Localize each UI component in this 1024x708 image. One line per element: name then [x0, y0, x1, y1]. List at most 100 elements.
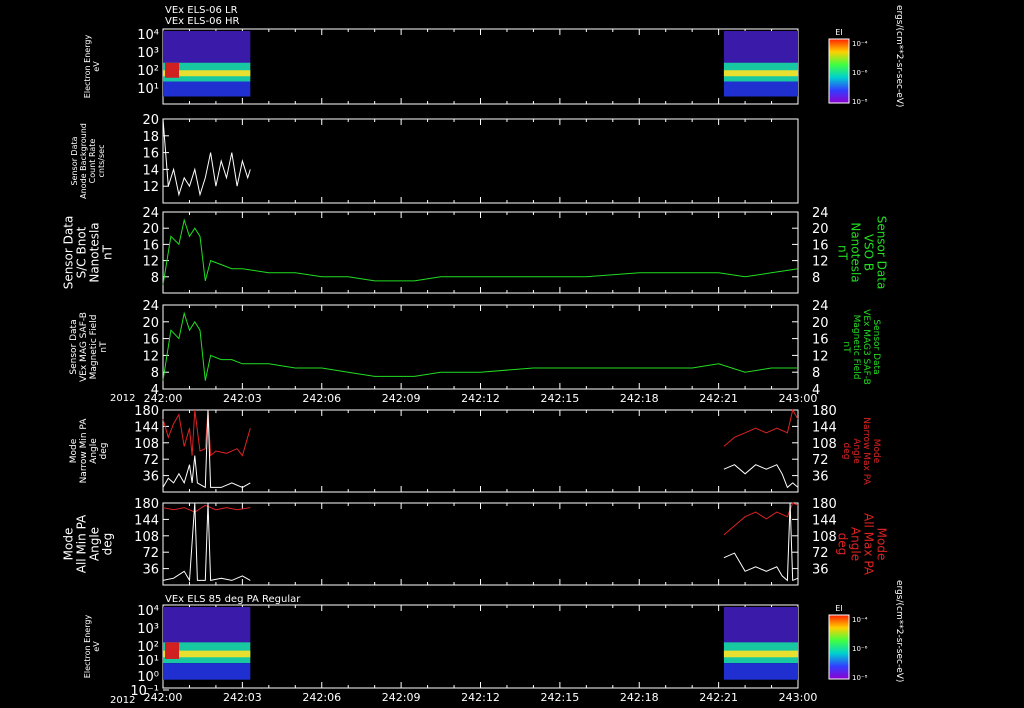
y-tick-label-right: 16: [812, 333, 829, 348]
y-tick-label: 10²: [137, 64, 159, 79]
ylabel-left-p3-line: S/C Bnot: [75, 226, 89, 278]
spec-peak: [165, 642, 179, 659]
spec-low-flux: [163, 607, 251, 645]
y-tick-label: 108: [134, 437, 159, 452]
y-tick-label: 10³: [137, 622, 159, 637]
colorbar-tick: 10⁻⁶: [852, 69, 868, 77]
spec-low-energy: [723, 81, 798, 97]
ylabel-left-p5-line: Angle: [89, 438, 99, 464]
ylabel-left-p2-line: Anode Background: [79, 123, 88, 199]
spec-low-energy: [723, 663, 798, 680]
time-tick-label: 242:03: [223, 392, 262, 405]
ylabel-p7: Electron Energy eV: [83, 615, 101, 679]
y-tick-label: 16: [142, 147, 159, 162]
colorbar-label: EI: [835, 28, 842, 37]
y-tick-label: 180: [134, 497, 159, 512]
time-tick-label: 242:12: [461, 691, 500, 704]
y-tick-label: 144: [134, 513, 159, 528]
y-tick-label-right: 16: [812, 238, 829, 253]
ylabel-left-p4-line: nT: [99, 341, 109, 353]
y-tick-label-right: 180: [812, 497, 837, 512]
ylabel-left-p3-line: Nanotesla: [88, 222, 102, 282]
colorbar: [828, 38, 850, 104]
y-tick-label: 16: [142, 333, 159, 348]
ylabel-right-p4-line: Magnetic Field: [851, 315, 861, 380]
time-tick-label: 242:21: [699, 392, 738, 405]
time-tick-label: 242:09: [382, 392, 421, 405]
trace-white: [162, 118, 251, 197]
y-tick-label-right: 144: [812, 513, 837, 528]
colorbar-tick: 10⁻⁸: [852, 674, 868, 682]
ylabel-left-p4-line: VEx MAG SAF-B: [79, 312, 89, 382]
spectrogram-block: [163, 31, 251, 97]
ylabel-right-p6-line: Angle: [849, 527, 863, 561]
spec-high-flux: [723, 650, 798, 658]
panel-frame-p5: [162, 409, 799, 493]
ylabel-right-p6: ModeAll Max PAAngledeg: [836, 513, 889, 576]
colorbar-unit-bottom: ergs/(cm**2-sr-sec-eV): [894, 580, 904, 682]
y-tick-label-right: 8: [812, 366, 820, 381]
ylabel-left-p6-line: Angle: [88, 527, 102, 561]
y-tick-label: 12: [142, 349, 159, 364]
ylabel-right-p4-line: Sensor Data: [871, 319, 881, 374]
time-tick-label: 242:06: [302, 392, 341, 405]
header-top-line2: VEx ELS-06 HR: [165, 16, 240, 27]
y-tick-label: 10¹: [137, 654, 159, 669]
colorbar-tick: 10⁻⁴: [852, 40, 868, 48]
ylabel-right-p3-line: Sensor Data: [875, 216, 889, 290]
ylabel-left-p4-line: Sensor Data: [69, 319, 79, 374]
time-tick-label: 242:03: [223, 691, 262, 704]
header-bottom: VEx ELS 85 deg PA Regular: [165, 594, 301, 605]
time-tick-label: 242:15: [541, 392, 580, 405]
ylabel-right-p4: Sensor DataVEx MAG3 SAF-BMagnetic Fieldn…: [841, 309, 881, 385]
ylabel-right-p5-line: Angle: [851, 438, 861, 464]
colorbar-unit-top: ergs/(cm**2-sr-sec-eV): [894, 5, 904, 107]
ylabel-left-p2: Sensor Data Anode Background Count Rate cnt…: [70, 123, 106, 199]
trace-white: [723, 464, 799, 489]
ylabel-p1: Electron Energy eV: [83, 35, 101, 99]
y-tick-label-right: 8: [812, 271, 820, 286]
y-tick-label-right: 72: [812, 546, 829, 561]
spec-low-flux: [163, 31, 251, 65]
y-tick-label-right: 24: [812, 206, 829, 221]
y-tick-label: 72: [142, 546, 159, 561]
time-tick-label: 242:09: [382, 691, 421, 704]
ylabel-left-p5-line: deg: [99, 443, 109, 460]
trace-white: [723, 502, 799, 582]
trace-red: [723, 408, 799, 447]
ylabel-right-p5-line: Mode: [871, 439, 881, 464]
spec-high-flux: [723, 70, 798, 77]
colorbar-tick: 10⁻⁴: [852, 616, 868, 624]
ylabel-left-p6-line: Mode: [62, 528, 76, 561]
time-tick-label: 242:18: [620, 392, 659, 405]
y-tick-label-right: 12: [812, 349, 829, 364]
panel-frame-p4: [162, 304, 799, 390]
y-tick-label: 180: [134, 404, 159, 419]
ylabel-left-p3-line: nT: [101, 244, 115, 260]
ylabel-left-p6: Mode All Min PA Angle deg: [62, 514, 115, 573]
y-tick-label: 12: [142, 180, 159, 195]
y-tick-label-right: 12: [812, 255, 829, 270]
y-tick-label: 10⁴: [137, 604, 159, 619]
y-tick-label: 72: [142, 453, 159, 468]
y-tick-label: 8: [151, 366, 159, 381]
trace-white: [162, 502, 251, 583]
ylabel-left-p4-line: Magnetic Field: [89, 315, 99, 380]
y-tick-label: 14: [142, 163, 159, 178]
ylabel-left-p3: Sensor Data S/C Bnot Nanotesla nT: [62, 216, 115, 290]
time-tick-label: 242:12: [461, 392, 500, 405]
y-tick-label: 18: [142, 130, 159, 145]
colorbar-tick: 10⁻⁶: [852, 645, 868, 653]
spec-low-energy: [163, 81, 251, 97]
trace-red: [723, 502, 799, 536]
y-tick-label-right: 108: [812, 437, 837, 452]
ylabel-left-p6-line: All Min PA: [75, 514, 89, 573]
panel-frame-p1: [162, 28, 799, 105]
ylabel-right-p4-line: VEx MAG3 SAF-B: [861, 309, 871, 385]
y-tick-label: 108: [134, 530, 159, 545]
ylabel-left-p2-line: cnts/sec: [97, 145, 106, 178]
ylabel-right-p5-line: deg: [841, 443, 851, 460]
ylabel-left-p2-line: Count Rate: [88, 139, 97, 184]
y-tick-label: 36: [142, 470, 159, 485]
colorbar-label: EI: [835, 604, 842, 613]
